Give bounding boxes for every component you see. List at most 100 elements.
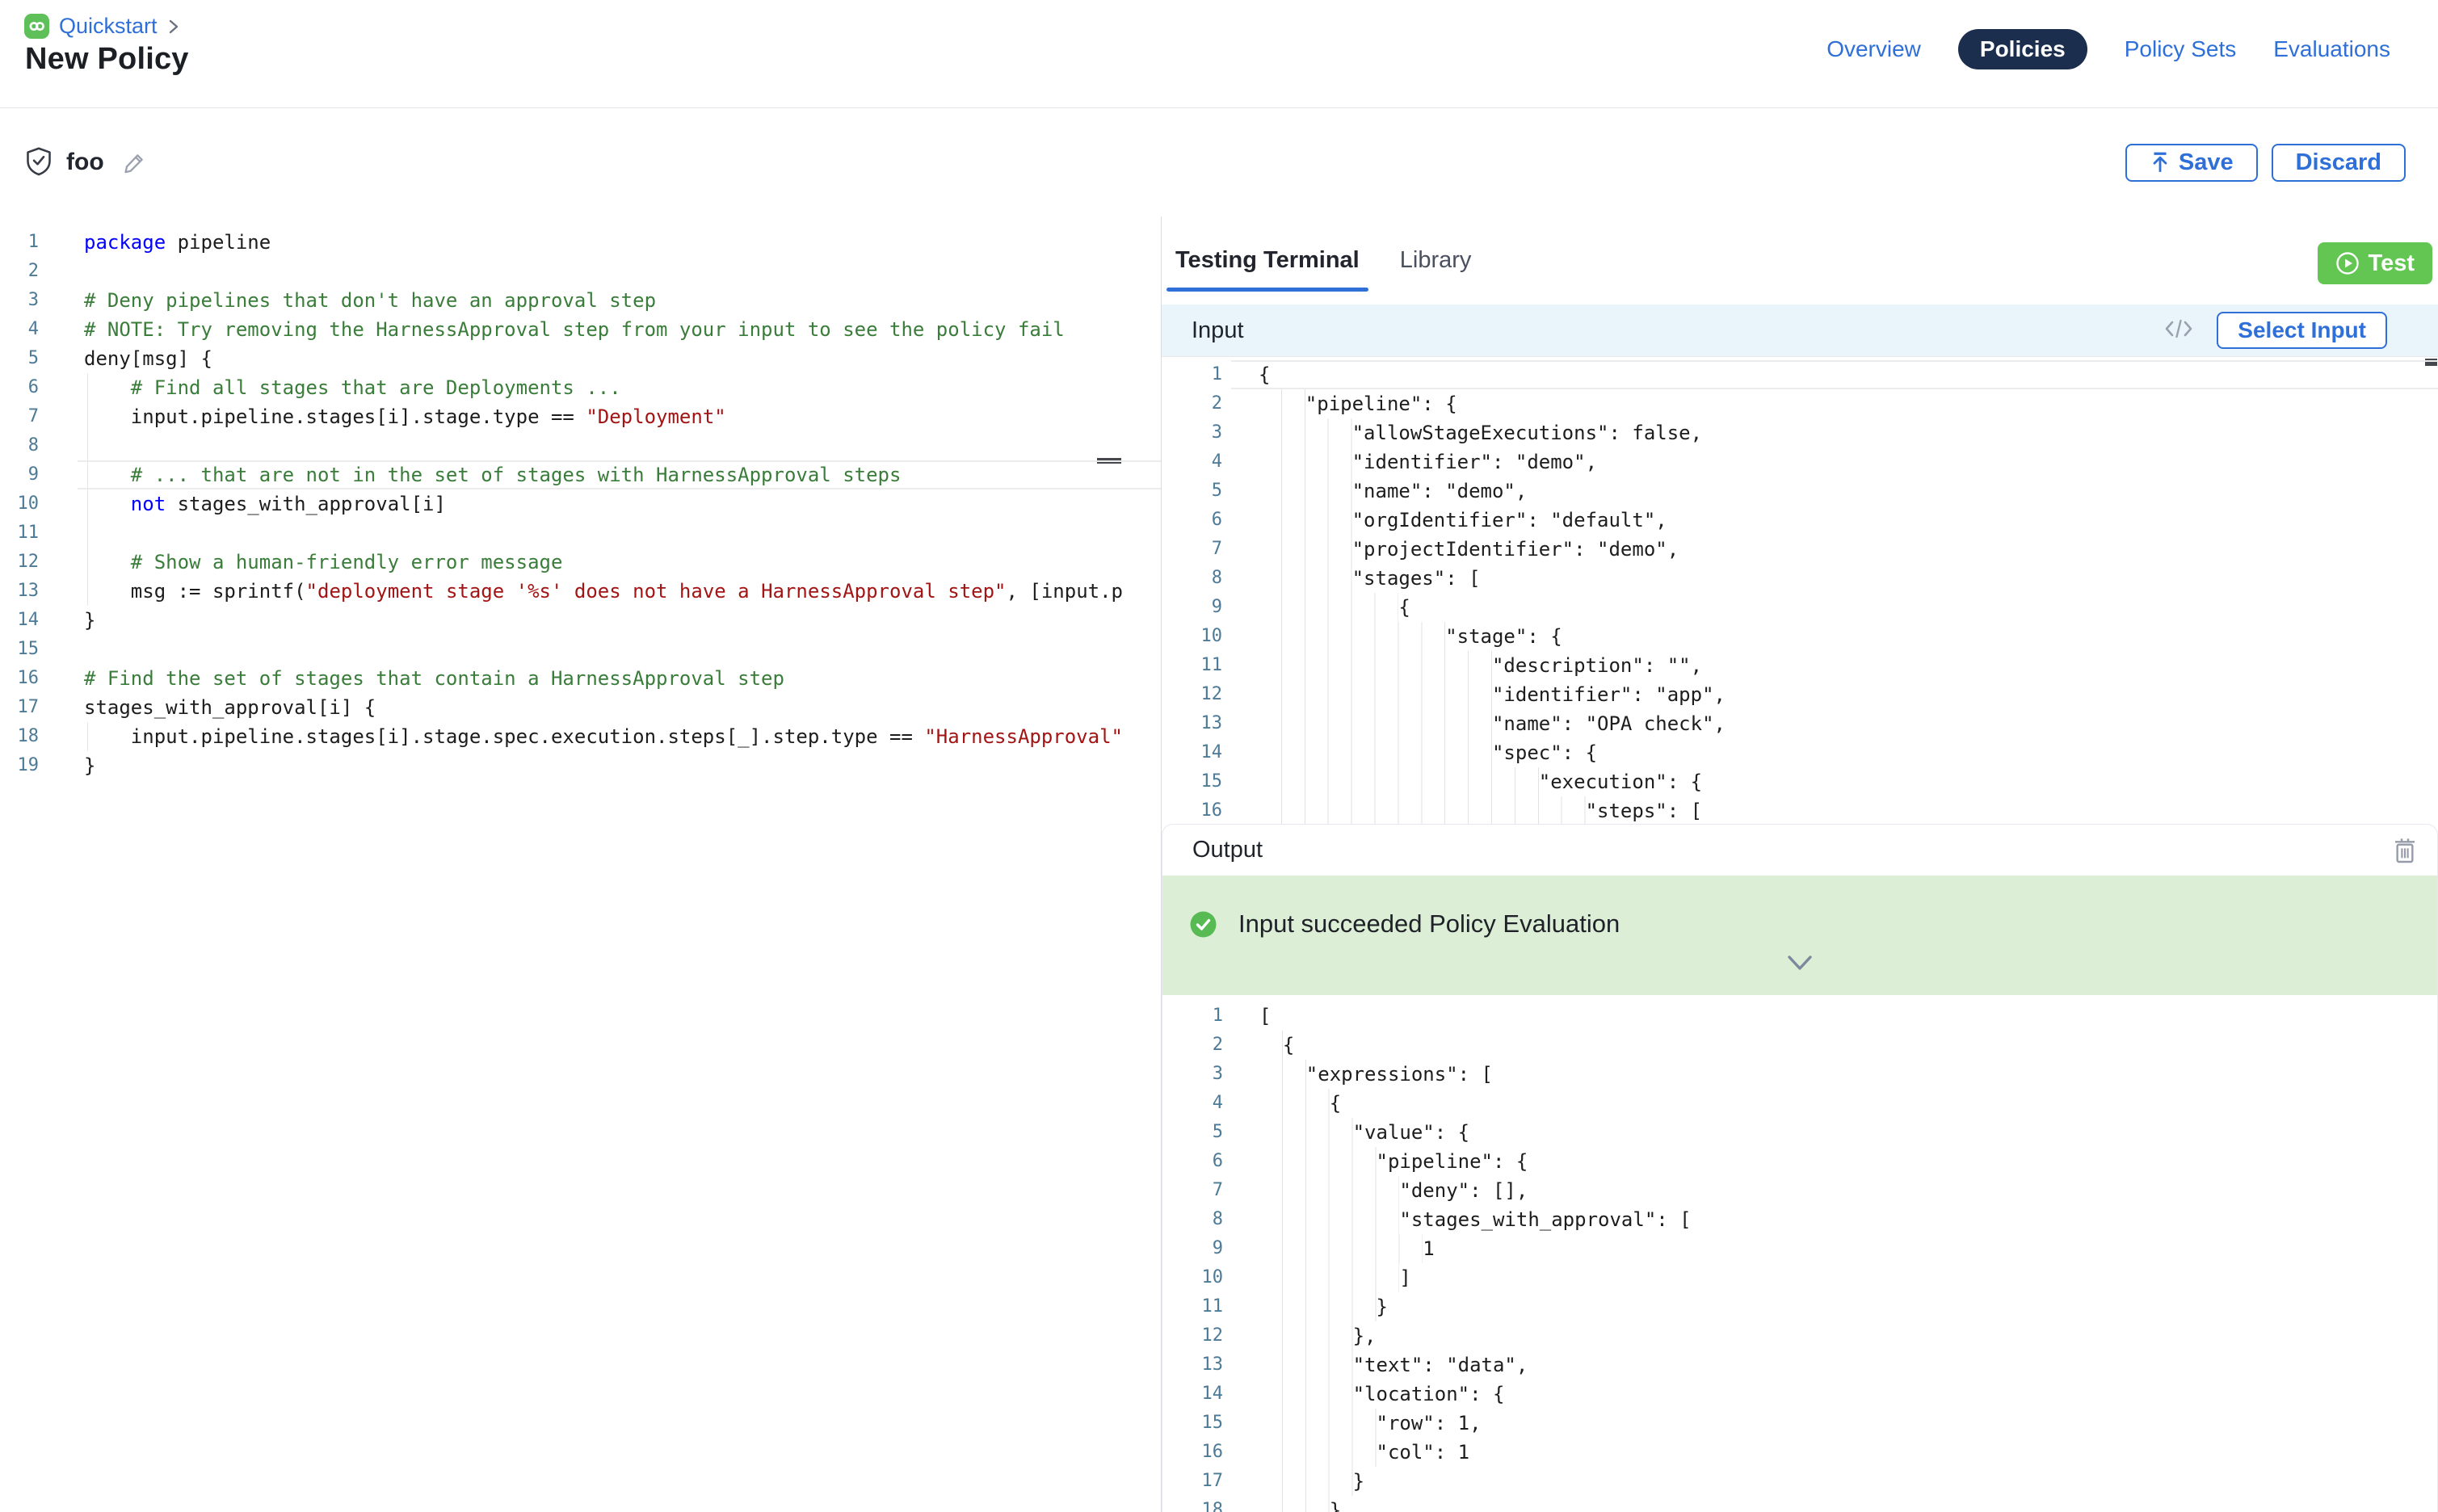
output-section: Output Input succeeded Policy Evaluation <box>1162 824 2438 1512</box>
line-number: 8 <box>0 431 39 460</box>
line-number: 5 <box>1162 477 1222 506</box>
tab-policies[interactable]: Policies <box>1958 29 2087 69</box>
output-title: Output <box>1192 837 1263 863</box>
editor-line: 12 "identifier": "app", <box>1162 680 2438 709</box>
code-view-toggle[interactable] <box>2158 316 2199 342</box>
editor-line: 6 "pipeline": { <box>1162 1147 2437 1176</box>
editor-line: 12 # Show a human-friendly error message <box>0 548 1161 577</box>
line-number: 13 <box>1162 709 1222 738</box>
editor-line: 19} <box>0 751 1161 780</box>
line-number: 19 <box>0 751 39 780</box>
line-number: 10 <box>0 489 39 519</box>
line-number: 14 <box>1162 1380 1223 1409</box>
editor-line: 5 "value": { <box>1162 1118 2437 1147</box>
line-number: 7 <box>1162 535 1222 564</box>
input-editor[interactable]: 1{2 "pipeline": {3 "allowStageExecutions… <box>1162 356 2438 828</box>
policy-shield-icon <box>24 146 53 178</box>
page-title: New Policy <box>25 42 189 77</box>
line-number: 12 <box>1162 680 1222 709</box>
input-title: Input <box>1192 317 1244 344</box>
tab-evaluations[interactable]: Evaluations <box>2273 36 2390 62</box>
success-check-icon <box>1190 911 1217 938</box>
line-number: 1 <box>0 228 39 257</box>
editor-line: 8 <box>0 431 1161 460</box>
editor-line: 17stages_with_approval[i] { <box>0 693 1161 722</box>
line-number: 8 <box>1162 1205 1223 1234</box>
line-number: 7 <box>1162 1176 1223 1205</box>
tab-library[interactable]: Library <box>1391 216 1481 304</box>
editor-line: 16# Find the set of stages that contain … <box>0 664 1161 693</box>
line-number: 14 <box>1162 738 1222 767</box>
discard-button-label: Discard <box>2296 149 2381 176</box>
toolbar-actions: Save Discard <box>2125 144 2406 182</box>
line-number: 9 <box>1162 1234 1223 1263</box>
line-number: 17 <box>0 693 39 722</box>
output-editor[interactable]: 1[2 {3 "expressions": [4 {5 "value": {6 … <box>1162 995 2437 1512</box>
save-button[interactable]: Save <box>2125 144 2258 182</box>
editor-line: 9 { <box>1162 593 2438 622</box>
policy-name: foo <box>66 149 104 176</box>
editor-line: 14 "location": { <box>1162 1380 2437 1409</box>
editor-line: 4 "identifier": "demo", <box>1162 447 2438 477</box>
editor-line: 9 1 <box>1162 1234 2437 1263</box>
line-number: 5 <box>1162 1118 1223 1147</box>
output-panel-header: Output <box>1162 825 2437 876</box>
editor-line: 3# Deny pipelines that don't have an app… <box>0 286 1161 315</box>
testing-panel: Testing Terminal Library Test Input Selec… <box>1162 216 2438 1512</box>
editor-line: 13 "name": "OPA check", <box>1162 709 2438 738</box>
breadcrumb: Quickstart <box>24 14 180 39</box>
editor-line: 8 "stages": [ <box>1162 564 2438 593</box>
editor-line: 11 } <box>1162 1292 2437 1321</box>
test-button-label: Test <box>2369 250 2415 277</box>
editor-line: 10 not stages_with_approval[i] <box>0 489 1161 519</box>
line-number: 11 <box>1162 651 1222 680</box>
line-number: 7 <box>0 402 39 431</box>
pencil-icon <box>122 166 148 178</box>
editor-line: 15 "row": 1, <box>1162 1409 2437 1438</box>
policy-toolbar: foo Save Discard <box>0 108 2438 216</box>
editor-line: 2 <box>0 257 1161 286</box>
tab-overview[interactable]: Overview <box>1826 36 1921 62</box>
success-banner: Input succeeded Policy Evaluation <box>1162 876 2437 995</box>
editor-line: 7 "deny": [], <box>1162 1176 2437 1205</box>
editor-line: 4# NOTE: Try removing the HarnessApprova… <box>0 315 1161 344</box>
editor-line: 14} <box>0 606 1161 635</box>
tab-testing-terminal[interactable]: Testing Terminal <box>1166 216 1368 304</box>
editor-line: 12 }, <box>1162 1321 2437 1350</box>
tab-policy-sets[interactable]: Policy Sets <box>2125 36 2237 62</box>
new-policy-page: Quickstart New Policy Overview Policies Po… <box>0 0 2438 1512</box>
editor-line: 14 "spec": { <box>1162 738 2438 767</box>
line-number: 14 <box>0 606 39 635</box>
line-number: 3 <box>1162 418 1222 447</box>
line-number: 18 <box>0 722 39 751</box>
line-number: 6 <box>1162 506 1222 535</box>
editor-line: 16 "col": 1 <box>1162 1438 2437 1467</box>
editor-line: 5deny[msg] { <box>0 344 1161 373</box>
line-number: 9 <box>1162 593 1222 622</box>
chevron-down-icon <box>1785 962 1814 974</box>
editor-line: 5 "name": "demo", <box>1162 477 2438 506</box>
editor-line: 10 "stage": { <box>1162 622 2438 651</box>
line-number: 9 <box>0 460 39 489</box>
upload-icon <box>2150 151 2171 174</box>
clear-output-button[interactable] <box>2387 835 2423 866</box>
code-icon <box>2163 331 2194 343</box>
rego-editor[interactable]: 1package pipeline23# Deny pipelines that… <box>0 216 1161 1512</box>
input-panel-header: Input Select Input <box>1162 304 2438 356</box>
discard-button[interactable]: Discard <box>2272 144 2406 182</box>
collapse-banner-button[interactable] <box>1780 953 1819 972</box>
editor-line: 1{ <box>1162 360 2438 389</box>
editor-line: 4 { <box>1162 1089 2437 1118</box>
edit-name-button[interactable] <box>122 149 148 175</box>
terminal-tabs: Testing Terminal Library <box>1166 216 1480 304</box>
editor-line: 7 "projectIdentifier": "demo", <box>1162 535 2438 564</box>
test-button[interactable]: Test <box>2318 242 2432 284</box>
line-number: 1 <box>1162 360 1222 389</box>
line-number: 4 <box>1162 447 1222 477</box>
breadcrumb-project-link[interactable]: Quickstart <box>59 14 158 39</box>
select-input-button[interactable]: Select Input <box>2217 312 2387 349</box>
save-button-label: Save <box>2179 149 2234 176</box>
line-number: 3 <box>0 286 39 315</box>
line-number: 2 <box>1162 1031 1223 1060</box>
line-number: 1 <box>1162 1002 1223 1031</box>
